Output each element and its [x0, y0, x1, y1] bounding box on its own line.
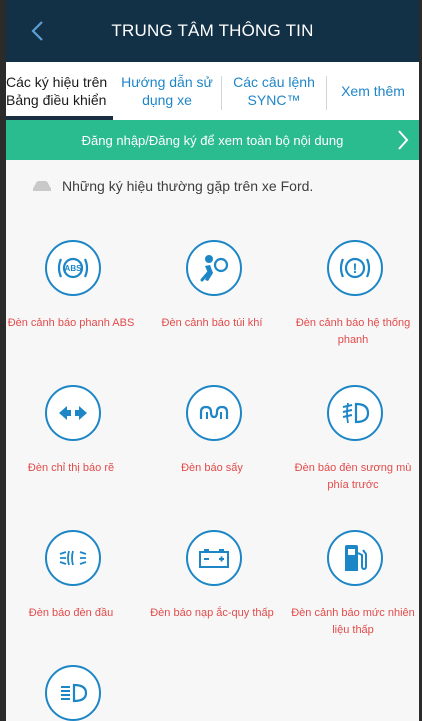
- tab-label-line2: Bảng điều khiển: [6, 92, 107, 108]
- intro-text: Những ký hiệu thường gặp trên xe Ford.: [62, 178, 314, 194]
- tab-label-line1: Xem thêm: [341, 83, 405, 99]
- intro-row: Những ký hiệu thường gặp trên xe Ford.: [32, 178, 313, 194]
- tab-sync-commands[interactable]: Các câu lệnh SYNC™: [222, 62, 326, 120]
- symbol-circle: [186, 530, 242, 586]
- low-fuel-icon: [345, 545, 367, 571]
- header-bar: TRUNG TÂM THÔNG TIN: [6, 0, 419, 62]
- tab-label: Các ký hiệu trên Bảng điều khiển: [6, 73, 107, 109]
- abs-icon: ABS: [57, 257, 89, 279]
- symbol-label: Đèn cảnh báo túi khí: [161, 317, 263, 329]
- tab-label: Các câu lệnh SYNC™: [233, 73, 315, 109]
- brake-system-icon: !: [339, 257, 371, 279]
- turn-signal-icon: [59, 406, 87, 420]
- symbol-circle: [327, 530, 383, 586]
- tab-label-line1: Hướng dẫn sử: [121, 74, 213, 90]
- tab-label-line2: dụng xe: [142, 92, 192, 108]
- headlamp-icon: [59, 550, 87, 566]
- symbol-circle: !: [327, 240, 383, 296]
- airbag-icon: [200, 255, 229, 282]
- high-beam-icon: [61, 683, 88, 703]
- login-banner[interactable]: Đăng nhập/Đăng ký để xem toàn bộ nội dun…: [6, 120, 419, 160]
- symbol-label: Đèn báo nạp ắc-quy thấp: [150, 607, 274, 619]
- symbol-label: Đèn chỉ thị báo rẽ: [27, 462, 115, 474]
- abs-icon-text: ABS: [65, 264, 83, 273]
- symbol-label: Đèn báo đèn đầu: [28, 607, 114, 619]
- brake-icon-text: !: [353, 260, 358, 276]
- login-banner-text: Đăng nhập/Đăng ký để xem toàn bộ nội dun…: [81, 132, 344, 148]
- symbol-circle: [45, 530, 101, 586]
- symbol-circle: [327, 385, 383, 441]
- chevron-left-icon: [31, 21, 43, 41]
- car-icon: [33, 181, 51, 191]
- battery-charge-icon: [199, 549, 229, 568]
- front-fog-lamp-icon: [342, 402, 370, 424]
- symbol-circle: [45, 385, 101, 441]
- tab-label: Xem thêm: [341, 82, 405, 100]
- glow-plug-icon: [199, 405, 229, 419]
- symbol-circle: [186, 385, 242, 441]
- tab-label-line1: Các ký hiệu trên: [6, 74, 108, 90]
- chevron-right-icon: [398, 130, 409, 150]
- symbol-circle: ABS: [45, 240, 101, 296]
- symbol-circle: [186, 240, 242, 296]
- page-title: TRUNG TÂM THÔNG TIN: [111, 21, 314, 40]
- symbol-label: Đèn cảnh báo mức nhiên liệu thấp: [291, 607, 415, 636]
- symbol-label: Đèn cảnh báo hệ thống phanh: [295, 317, 411, 346]
- symbol-label: Đèn báo đèn sương mù phía trước: [294, 462, 412, 491]
- tab-label: Hướng dẫn sử dụng xe: [121, 73, 213, 109]
- back-button[interactable]: [24, 16, 50, 46]
- tab-bar: Các ký hiệu trên Bảng điều khiển Hướng d…: [6, 62, 419, 121]
- symbol-label: Đèn báo sấy: [181, 462, 243, 474]
- tab-owner-manual[interactable]: Hướng dẫn sử dụng xe: [113, 62, 221, 120]
- tab-more[interactable]: Xem thêm: [327, 62, 419, 120]
- symbol-label: Đèn cảnh báo phanh ABS: [7, 317, 135, 329]
- tab-label-line1: Các câu lệnh: [233, 74, 315, 90]
- symbol-circle: [45, 665, 101, 721]
- tab-dashboard-symbols[interactable]: Các ký hiệu trên Bảng điều khiển: [6, 62, 113, 120]
- app-frame: TRUNG TÂM THÔNG TIN Các ký hiệu trên Bản…: [0, 0, 422, 721]
- tab-label-line2: SYNC™: [247, 92, 301, 108]
